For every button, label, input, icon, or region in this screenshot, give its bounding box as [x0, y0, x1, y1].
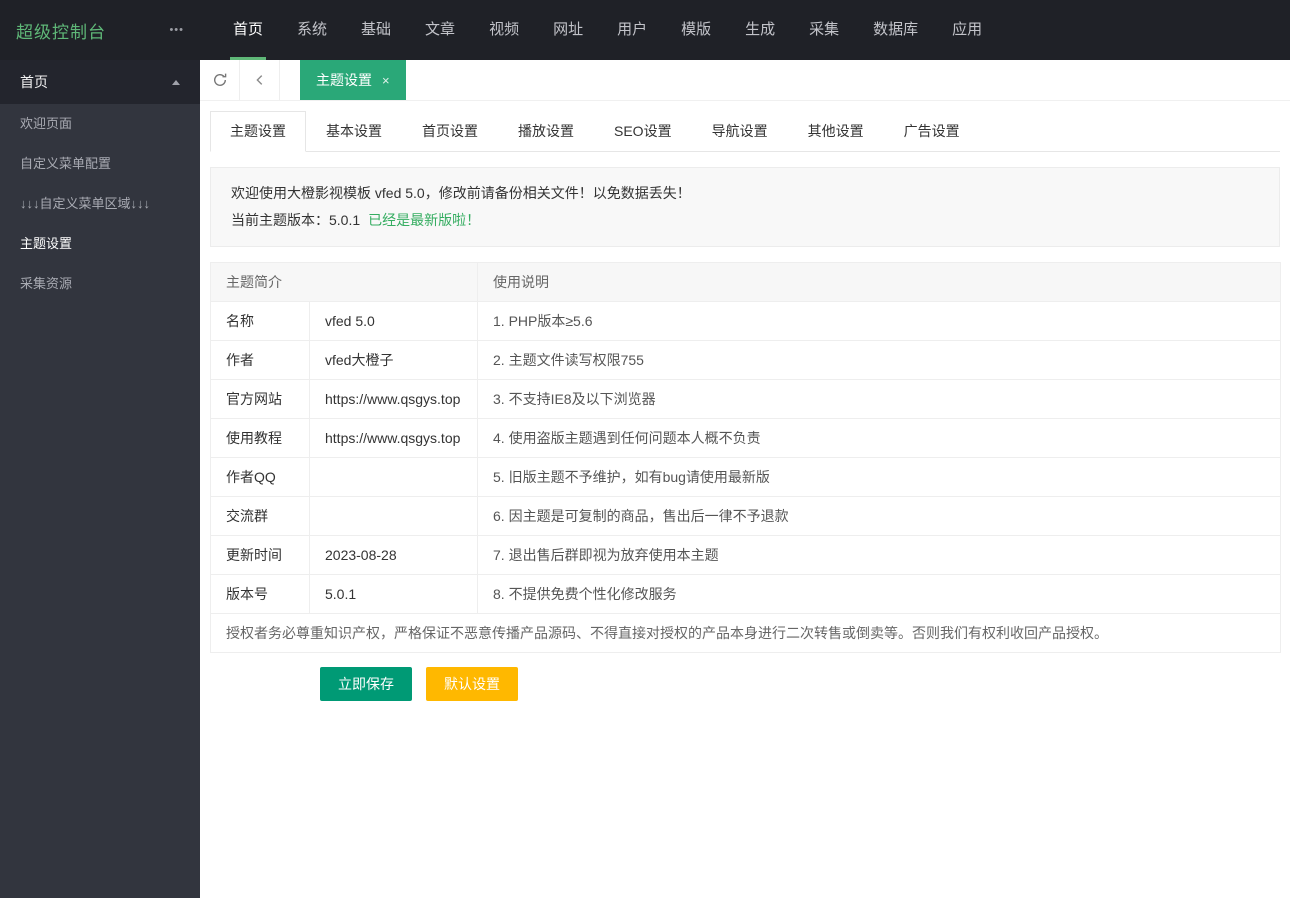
notice-line1: 欢迎使用大橙影视模板 vfed 5.0，修改前请备份相关文件！以免数据丢失！: [231, 185, 691, 201]
chevron-left-icon: [255, 75, 262, 85]
row-label: 名称: [210, 301, 310, 341]
table-row: 交流群 6. 因主题是可复制的商品，售出后一律不予退款: [210, 496, 1281, 536]
sidebar-section-label: 首页: [20, 74, 48, 90]
row-label: 官方网站: [210, 379, 310, 419]
app-title: 超级控制台: [16, 22, 106, 42]
more-icon[interactable]: •••: [169, 24, 184, 36]
theme-info-table: 主题简介 使用说明 名称 vfed 5.0 1. PHP版本≥5.6 作者 vf…: [210, 262, 1281, 653]
sidebar-section-home[interactable]: 首页: [0, 60, 200, 104]
row-label: 使用教程: [210, 418, 310, 458]
row-value: 2023-08-28: [309, 535, 478, 575]
chevron-up-icon: [172, 79, 180, 85]
row-note: 3. 不支持IE8及以下浏览器: [477, 379, 1281, 419]
open-tabs-bar: 主题设置 ×: [200, 60, 1290, 101]
header-usage-notes: 使用说明: [477, 262, 1281, 302]
top-nav-item-template[interactable]: 模版: [664, 0, 728, 60]
tab-basic-settings[interactable]: 基本设置: [306, 111, 402, 151]
logo-area: 超级控制台 •••: [0, 0, 200, 60]
table-row: 作者 vfed大橙子 2. 主题文件读写权限755: [210, 340, 1281, 380]
topbar: 超级控制台 ••• 首页 系统 基础 文章 视频 网址 用户 模版 生成 采集 …: [0, 0, 1290, 60]
top-nav-item-collect[interactable]: 采集: [792, 0, 856, 60]
table-footer-row: 授权者务必尊重知识产权，严格保证不恶意传播产品源码、不得直接对授权的产品本身进行…: [210, 613, 1281, 653]
open-tab-theme-settings[interactable]: 主题设置 ×: [300, 60, 406, 100]
version-value: 5.0.1: [329, 212, 361, 228]
sidebar-item-custom-menu-config[interactable]: 自定义菜单配置: [0, 144, 200, 184]
sidebar-item-welcome-page[interactable]: 欢迎页面: [0, 104, 200, 144]
tab-play-settings[interactable]: 播放设置: [498, 111, 594, 151]
row-value: vfed大橙子: [309, 340, 478, 380]
row-value: [309, 457, 478, 497]
top-nav: 首页 系统 基础 文章 视频 网址 用户 模版 生成 采集 数据库 应用: [216, 0, 999, 60]
table-row: 作者QQ 5. 旧版主题不予维护，如有bug请使用最新版: [210, 457, 1281, 497]
table-header-row: 主题简介 使用说明: [210, 262, 1281, 302]
sidebar-item-custom-menu-area[interactable]: ↓↓↓自定义菜单区域↓↓↓: [0, 184, 200, 224]
row-label: 版本号: [210, 574, 310, 614]
row-note: 1. PHP版本≥5.6: [477, 301, 1281, 341]
settings-tabs: 主题设置 基本设置 首页设置 播放设置 SEO设置 导航设置 其他设置 广告设置: [210, 111, 1280, 152]
row-note: 8. 不提供免费个性化修改服务: [477, 574, 1281, 614]
top-nav-item-video[interactable]: 视频: [472, 0, 536, 60]
sidebar: 首页 欢迎页面 自定义菜单配置 ↓↓↓自定义菜单区域↓↓↓ 主题设置 采集资源: [0, 60, 200, 898]
row-value: [309, 496, 478, 536]
header-theme-intro: 主题简介: [210, 262, 478, 302]
table-row: 名称 vfed 5.0 1. PHP版本≥5.6: [210, 301, 1281, 341]
top-nav-item-basic[interactable]: 基础: [344, 0, 408, 60]
top-nav-item-user[interactable]: 用户: [600, 0, 664, 60]
table-row: 版本号 5.0.1 8. 不提供免费个性化修改服务: [210, 574, 1281, 614]
table-row: 更新时间 2023-08-28 7. 退出售后群即视为放弃使用本主题: [210, 535, 1281, 575]
sidebar-item-collect-resources[interactable]: 采集资源: [0, 264, 200, 304]
top-nav-item-system[interactable]: 系统: [280, 0, 344, 60]
table-row: 官方网站 https://www.qsgys.top 3. 不支持IE8及以下浏…: [210, 379, 1281, 419]
top-nav-item-generate[interactable]: 生成: [728, 0, 792, 60]
content-panel: 主题设置 基本设置 首页设置 播放设置 SEO设置 导航设置 其他设置 广告设置…: [200, 101, 1290, 701]
notice-box: 欢迎使用大橙影视模板 vfed 5.0，修改前请备份相关文件！以免数据丢失！ 当…: [210, 167, 1280, 247]
row-value: vfed 5.0: [309, 301, 478, 341]
row-note: 7. 退出售后群即视为放弃使用本主题: [477, 535, 1281, 575]
refresh-button[interactable]: [200, 60, 240, 100]
table-row: 使用教程 https://www.qsgys.top 4. 使用盗版主题遇到任何…: [210, 418, 1281, 458]
row-note: 5. 旧版主题不予维护，如有bug请使用最新版: [477, 457, 1281, 497]
close-tab-icon[interactable]: ×: [382, 73, 390, 88]
default-settings-button[interactable]: 默认设置: [426, 667, 518, 701]
row-label: 更新时间: [210, 535, 310, 575]
row-label: 交流群: [210, 496, 310, 536]
row-value: https://www.qsgys.top: [309, 379, 478, 419]
top-nav-item-app[interactable]: 应用: [935, 0, 999, 60]
license-note: 授权者务必尊重知识产权，严格保证不恶意传播产品源码、不得直接对授权的产品本身进行…: [210, 613, 1281, 653]
row-value: https://www.qsgys.top: [309, 418, 478, 458]
tab-nav-settings[interactable]: 导航设置: [692, 111, 788, 151]
main-area: 主题设置 × 主题设置 基本设置 首页设置 播放设置 SEO设置 导航设置 其他…: [200, 60, 1290, 898]
tab-theme-settings[interactable]: 主题设置: [210, 111, 306, 152]
top-nav-item-home[interactable]: 首页: [216, 0, 280, 60]
refresh-icon: [213, 73, 226, 86]
top-nav-item-url[interactable]: 网址: [536, 0, 600, 60]
version-status: 已经是最新版啦！: [368, 212, 481, 228]
form-actions: 立即保存 默认设置: [320, 667, 1280, 701]
row-value: 5.0.1: [309, 574, 478, 614]
top-nav-item-article[interactable]: 文章: [408, 0, 472, 60]
row-note: 4. 使用盗版主题遇到任何问题本人概不负责: [477, 418, 1281, 458]
sidebar-item-theme-settings[interactable]: 主题设置: [0, 224, 200, 264]
save-button[interactable]: 立即保存: [320, 667, 412, 701]
tab-home-settings[interactable]: 首页设置: [402, 111, 498, 151]
tab-other-settings[interactable]: 其他设置: [788, 111, 884, 151]
tab-ad-settings[interactable]: 广告设置: [884, 111, 980, 151]
top-nav-item-database[interactable]: 数据库: [856, 0, 935, 60]
row-note: 6. 因主题是可复制的商品，售出后一律不予退款: [477, 496, 1281, 536]
open-tab-label: 主题设置: [316, 72, 372, 88]
tab-seo-settings[interactable]: SEO设置: [594, 111, 692, 151]
row-note: 2. 主题文件读写权限755: [477, 340, 1281, 380]
scroll-tabs-left-button[interactable]: [240, 60, 280, 100]
notice-line2: 当前主题版本：5.0.1 已经是最新版啦！: [231, 207, 1259, 234]
version-label: 当前主题版本：: [231, 212, 329, 228]
row-label: 作者: [210, 340, 310, 380]
row-label: 作者QQ: [210, 457, 310, 497]
